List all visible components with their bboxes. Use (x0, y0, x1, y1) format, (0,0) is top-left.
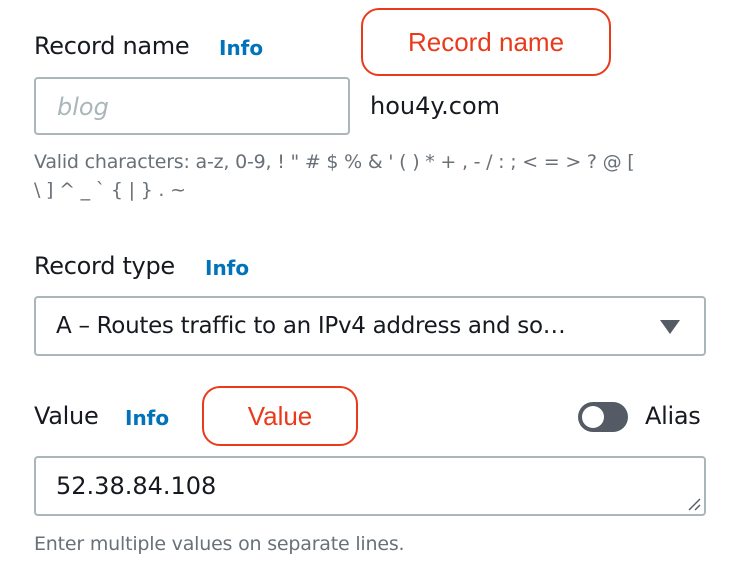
record-name-label: Record name (34, 32, 190, 60)
record-name-hint-line1: Valid characters: a-z, 0-9, ! " # $ % & … (34, 151, 635, 173)
record-type-selected-value: A – Routes traffic to an IPv4 address an… (56, 313, 566, 339)
alias-toggle[interactable] (578, 402, 628, 432)
record-type-info-link[interactable]: Info (205, 256, 249, 280)
record-name-hint-line2: \ ] ^ _ ` { | } . ~ (34, 179, 186, 201)
caret-down-icon (660, 320, 680, 334)
record-name-callout: Record name (361, 8, 611, 76)
value-callout: Value (202, 386, 358, 446)
record-name-callout-text: Record name (407, 26, 565, 57)
record-type-label: Record type (34, 252, 175, 280)
value-hint: Enter multiple values on separate lines. (34, 533, 405, 555)
value-textarea[interactable]: 52.38.84.108 (34, 456, 706, 516)
resize-handle-icon[interactable] (687, 497, 701, 511)
record-name-input[interactable]: blog (34, 77, 350, 135)
record-name-hint: Valid characters: a-z, 0-9, ! " # $ % & … (34, 148, 734, 204)
record-type-select[interactable]: A – Routes traffic to an IPv4 address an… (34, 296, 706, 356)
value-info-link[interactable]: Info (125, 406, 169, 430)
value-label: Value (34, 402, 99, 430)
domain-suffix: hou4y.com (370, 92, 501, 120)
value-callout-text: Value (247, 400, 313, 431)
record-name-placeholder: blog (57, 93, 109, 121)
alias-label: Alias (645, 402, 701, 430)
toggle-knob (582, 406, 604, 428)
value-textarea-text: 52.38.84.108 (56, 472, 217, 500)
record-name-info-link[interactable]: Info (219, 36, 263, 60)
